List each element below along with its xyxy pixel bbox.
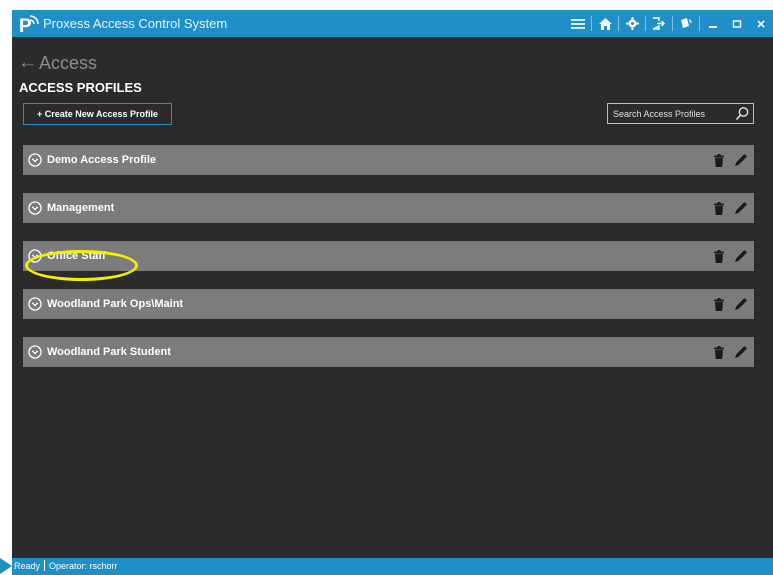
pencil-icon[interactable] [734, 249, 748, 263]
svg-text:P: P [19, 16, 32, 35]
trash-icon[interactable] [713, 346, 725, 359]
separator [618, 16, 619, 31]
trash-icon[interactable] [713, 298, 725, 311]
profile-name: Woodland Park Ops\Maint [47, 298, 184, 310]
separator [672, 16, 673, 31]
profile-list: Demo Access Profile Management Office St… [23, 145, 754, 385]
profile-row[interactable]: Woodland Park Student [23, 337, 754, 367]
search-icon[interactable] [735, 106, 750, 121]
pencil-icon[interactable] [734, 297, 748, 311]
gear-icon[interactable] [620, 10, 644, 37]
profile-name: Demo Access Profile [47, 154, 157, 166]
profile-row[interactable]: Management [23, 193, 754, 223]
titlebar-actions [566, 10, 773, 37]
separator [645, 16, 646, 31]
separator [44, 560, 46, 571]
minimize-icon[interactable] [701, 10, 725, 37]
menu-icon[interactable] [566, 10, 590, 37]
chevron-down-icon[interactable] [28, 249, 42, 263]
back-link[interactable]: ← Access [18, 52, 97, 74]
status-operator: Operator: rschorr [49, 560, 118, 571]
profile-name: Woodland Park Student [47, 346, 171, 358]
chevron-down-icon[interactable] [28, 153, 42, 167]
chevron-down-icon[interactable] [28, 345, 42, 359]
back-arrow-icon: ← [18, 52, 37, 73]
trash-icon[interactable] [713, 250, 725, 263]
profile-name: Office Staff [47, 250, 106, 262]
chevron-down-icon[interactable] [28, 297, 42, 311]
logout-icon[interactable] [647, 10, 671, 37]
status-text: Ready Operator: rschorr [14, 560, 118, 571]
status-state: Ready [14, 560, 41, 571]
pencil-icon[interactable] [734, 345, 748, 359]
app-title: Proxess Access Control System [43, 16, 228, 31]
pencil-icon[interactable] [734, 153, 748, 167]
status-pointer-icon [0, 558, 12, 574]
status-bar: Ready Operator: rschorr [0, 548, 773, 575]
create-access-profile-button[interactable]: + Create New Access Profile [23, 103, 172, 125]
card-icon[interactable] [674, 10, 698, 37]
home-icon[interactable] [593, 10, 617, 37]
status-strip [12, 558, 773, 575]
maximize-icon[interactable] [725, 10, 749, 37]
trash-icon[interactable] [713, 202, 725, 215]
separator [591, 16, 592, 31]
profile-name: Management [47, 202, 115, 214]
page-title: ACCESS PROFILES [19, 80, 142, 95]
title-bar: P Proxess Access Control System [12, 10, 773, 37]
profile-row[interactable]: Woodland Park Ops\Maint [23, 289, 754, 319]
separator [699, 16, 700, 31]
chevron-down-icon[interactable] [28, 201, 42, 215]
proxess-logo: P [19, 15, 39, 35]
search-input[interactable] [613, 104, 731, 123]
close-icon[interactable] [749, 10, 773, 37]
profile-row[interactable]: Office Staff [23, 241, 754, 271]
pencil-icon[interactable] [734, 201, 748, 215]
search-box [607, 103, 754, 124]
back-label: Access [39, 52, 98, 73]
profile-row[interactable]: Demo Access Profile [23, 145, 754, 175]
trash-icon[interactable] [713, 154, 725, 167]
